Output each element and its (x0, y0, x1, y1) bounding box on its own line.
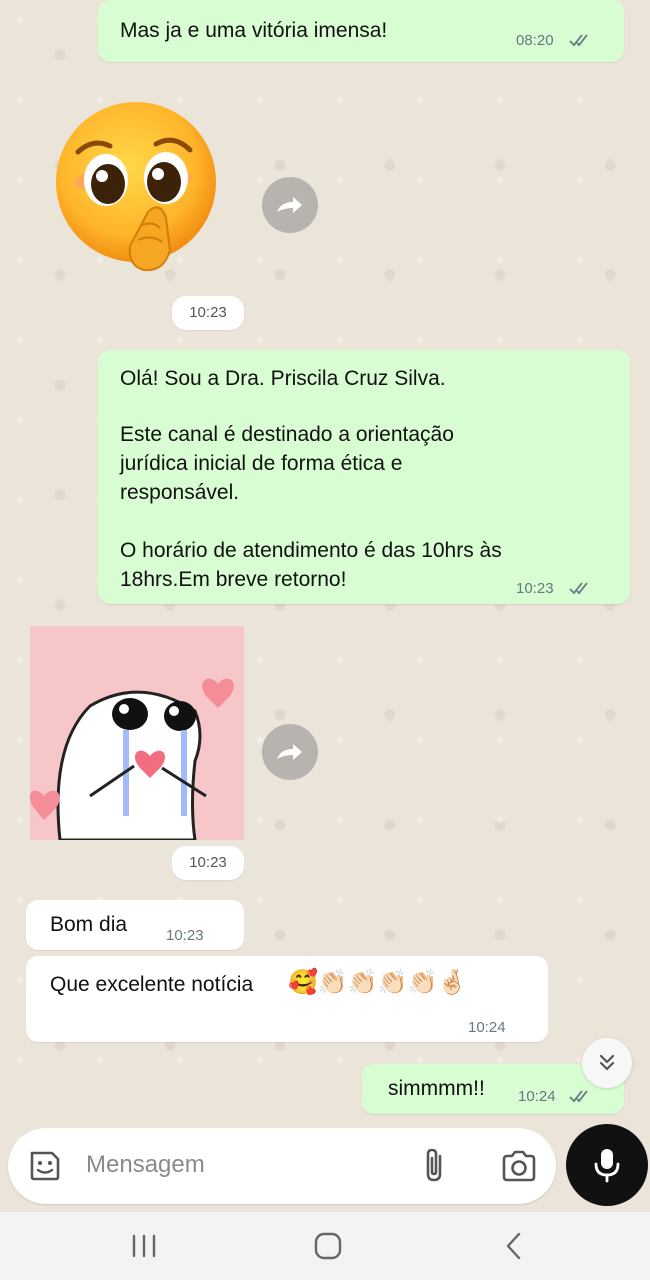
sticker-time: 10:23 (172, 296, 244, 330)
double-check-icon (569, 582, 588, 595)
message-time: 10:23 (516, 580, 554, 597)
message-time: 10:24 (518, 1088, 556, 1105)
attach-button[interactable] (420, 1146, 450, 1186)
message-text: Que excelente notícia (50, 973, 254, 996)
message-incoming[interactable]: Que excelente notícia 🥰👏🏻👏🏻👏🏻👏🏻🤞🏻 10:24 (26, 956, 548, 1042)
back-button[interactable] (494, 1230, 534, 1262)
pleading-face-sticker[interactable] (48, 100, 228, 280)
crying-heart-sticker[interactable] (29, 626, 244, 842)
crying-heart-icon (29, 678, 234, 842)
mic-button[interactable] (566, 1124, 648, 1206)
message-line: Este canal é destinado a orientação (120, 423, 454, 446)
back-icon (506, 1232, 521, 1260)
chat-area: Mas ja e uma vitória imensa! 08:20 10:23… (0, 0, 650, 1210)
recents-icon (132, 1234, 156, 1258)
message-outgoing[interactable]: Mas ja e uma vitória imensa! 08:20 (98, 0, 624, 62)
message-text: simmmm!! (388, 1077, 485, 1100)
forward-button[interactable] (262, 177, 318, 233)
message-outgoing[interactable]: Olá! Sou a Dra. Priscila Cruz Silva. Est… (98, 350, 630, 604)
sticker-time: 10:23 (172, 846, 244, 880)
message-input[interactable]: Mensagem (86, 1151, 205, 1179)
scroll-down-button[interactable] (582, 1038, 632, 1088)
message-composer: Mensagem (8, 1128, 556, 1204)
message-incoming[interactable]: Bom dia 10:23 (26, 900, 244, 950)
camera-button[interactable] (500, 1148, 538, 1184)
double-check-icon (569, 1090, 588, 1103)
forward-icon (277, 744, 302, 760)
recents-button[interactable] (124, 1230, 164, 1262)
message-emojis: 🥰👏🏻👏🏻👏🏻👏🏻🤞🏻 (288, 969, 468, 996)
message-text: Bom dia (50, 913, 128, 936)
message-time: 08:20 (516, 32, 554, 49)
message-line: 18hrs.Em breve retorno! (120, 568, 347, 591)
mic-icon (594, 1149, 620, 1183)
home-button[interactable] (308, 1230, 348, 1262)
forward-icon (277, 197, 302, 213)
message-time: 10:23 (166, 927, 204, 944)
camera-icon (502, 1150, 536, 1182)
message-line: O horário de atendimento é das 10hrs às (120, 539, 502, 562)
home-icon (314, 1232, 342, 1260)
sticker-button[interactable] (26, 1147, 64, 1185)
system-nav-bar (0, 1212, 650, 1280)
message-text: Mas ja e uma vitória imensa! (120, 19, 388, 42)
message-line: responsável. (120, 481, 240, 504)
sticker-icon (30, 1151, 60, 1181)
message-time: 10:24 (468, 1019, 506, 1036)
message-line: Olá! Sou a Dra. Priscila Cruz Silva. (120, 367, 446, 390)
pleading-face-icon (56, 102, 216, 272)
double-check-icon (569, 34, 588, 47)
attach-icon (426, 1148, 442, 1182)
scroll-down-icon (599, 1054, 615, 1071)
forward-button[interactable] (262, 724, 318, 780)
message-line: jurídica inicial de forma ética e (120, 452, 403, 475)
